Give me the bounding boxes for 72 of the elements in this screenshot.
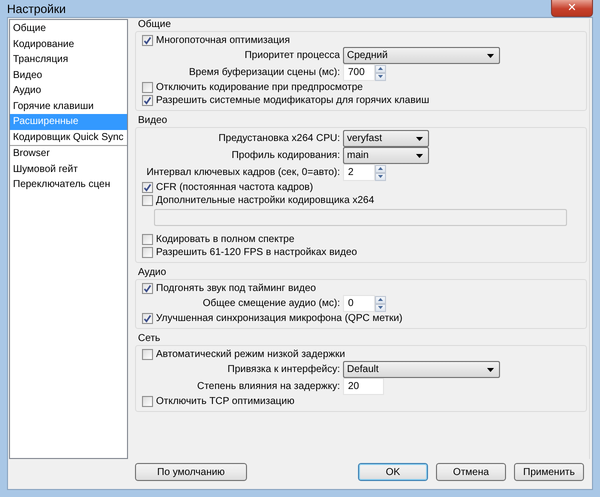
- field-label: Предустановка x264 CPU:: [217, 133, 341, 144]
- checkbox[interactable]: [142, 95, 153, 106]
- checkbox[interactable]: [142, 349, 153, 360]
- checkbox-label: Дополнительные настройки кодировщика x264: [156, 195, 374, 206]
- field-label: Интервал ключевых кадров (сек, 0=авто):: [145, 167, 341, 178]
- down-arrow-icon: [378, 306, 383, 309]
- spin-field[interactable]: 2: [343, 164, 375, 181]
- field-label: Профиль кодирования:: [230, 150, 341, 161]
- checkbox-label: Разрешить системные модификаторы для горячих клавиш: [156, 95, 430, 106]
- dialog-button[interactable]: OK: [358, 463, 428, 481]
- spin-field[interactable]: 0: [343, 295, 375, 312]
- caret-icon: [416, 136, 423, 140]
- category-item[interactable]: Трансляция: [10, 52, 127, 68]
- field-label: Общее смещение аудио (мс):: [202, 298, 341, 309]
- down-arrow-icon: [378, 175, 383, 178]
- category-item[interactable]: Общие: [10, 21, 127, 36]
- dropdown[interactable]: Средний: [343, 47, 500, 64]
- category-item[interactable]: Переключатель сцен: [10, 177, 127, 192]
- checkbox[interactable]: [142, 396, 153, 407]
- spin-up-button[interactable]: [375, 164, 386, 172]
- checkbox-label: Автоматический режим низкой задержки: [156, 349, 346, 360]
- checkbox-label: Многопоточная оптимизация: [156, 35, 290, 46]
- checkbox-label: Подгонять звук под тайминг видео: [156, 283, 316, 294]
- checkbox[interactable]: [142, 247, 153, 258]
- field-label: Степень влияния на задержку:: [196, 381, 341, 392]
- category-item[interactable]: Видео: [10, 68, 127, 83]
- category-item[interactable]: Аудио: [10, 83, 127, 98]
- defaults-button[interactable]: По умолчанию: [135, 463, 247, 481]
- dropdown[interactable]: main: [343, 147, 429, 164]
- checkbox[interactable]: [142, 283, 153, 294]
- checkbox-label: Отключить кодирование при предпросмотре: [156, 82, 363, 93]
- checkbox[interactable]: [142, 82, 153, 93]
- input-field[interactable]: [154, 209, 567, 226]
- field-label: Приоритет процесса: [244, 50, 341, 61]
- category-item[interactable]: Browser: [10, 146, 127, 162]
- group-title: Видео: [137, 115, 168, 127]
- checkbox-label: Разрешить 61-120 FPS в настройках видео: [156, 247, 358, 258]
- close-button[interactable]: ✕: [551, 0, 593, 17]
- dialog-button[interactable]: Применить: [514, 463, 584, 481]
- category-item[interactable]: Кодирование: [10, 36, 127, 52]
- caret-icon: [416, 154, 423, 158]
- spin-up-button[interactable]: [375, 64, 386, 72]
- caret-icon: [487, 54, 494, 58]
- input-field[interactable]: 20: [343, 378, 384, 395]
- caret-icon: [487, 368, 494, 372]
- field-label: Привязка к интерфейсу:: [226, 364, 341, 375]
- checkbox[interactable]: [142, 182, 153, 193]
- group-title: Аудио: [137, 267, 168, 279]
- group-title: Общие: [137, 19, 172, 31]
- up-arrow-icon: [378, 298, 383, 301]
- category-item[interactable]: Кодировщик Quick Sync: [10, 130, 127, 145]
- checkbox-label: Кодировать в полном спектре: [156, 234, 294, 245]
- spin-field[interactable]: 700: [343, 64, 375, 81]
- checkbox-label: CFR (постоянная частота кадров): [156, 182, 314, 193]
- dropdown[interactable]: veryfast: [343, 130, 429, 147]
- category-item[interactable]: Шумовой гейт: [10, 162, 127, 177]
- field-label: Время буферизации сцены (мс):: [188, 67, 341, 78]
- down-arrow-icon: [378, 75, 383, 78]
- checkbox-label: Улучшенная синхронизация микрофона (QPC метки): [156, 313, 402, 324]
- checkbox[interactable]: [142, 234, 153, 245]
- up-arrow-icon: [378, 167, 383, 170]
- checkbox-label: Отключить TCP оптимизацию: [156, 396, 294, 407]
- category-item[interactable]: Горячие клавиши: [10, 98, 127, 114]
- checkbox[interactable]: [142, 35, 153, 46]
- dialog-button[interactable]: Отмена: [436, 463, 506, 481]
- up-arrow-icon: [378, 67, 383, 70]
- checkbox[interactable]: [142, 195, 153, 206]
- checkbox[interactable]: [142, 313, 153, 324]
- spin-up-button[interactable]: [375, 296, 386, 304]
- window-title: Настройки: [7, 2, 66, 16]
- group-title: Сеть: [137, 333, 162, 345]
- dropdown[interactable]: Default: [343, 361, 500, 378]
